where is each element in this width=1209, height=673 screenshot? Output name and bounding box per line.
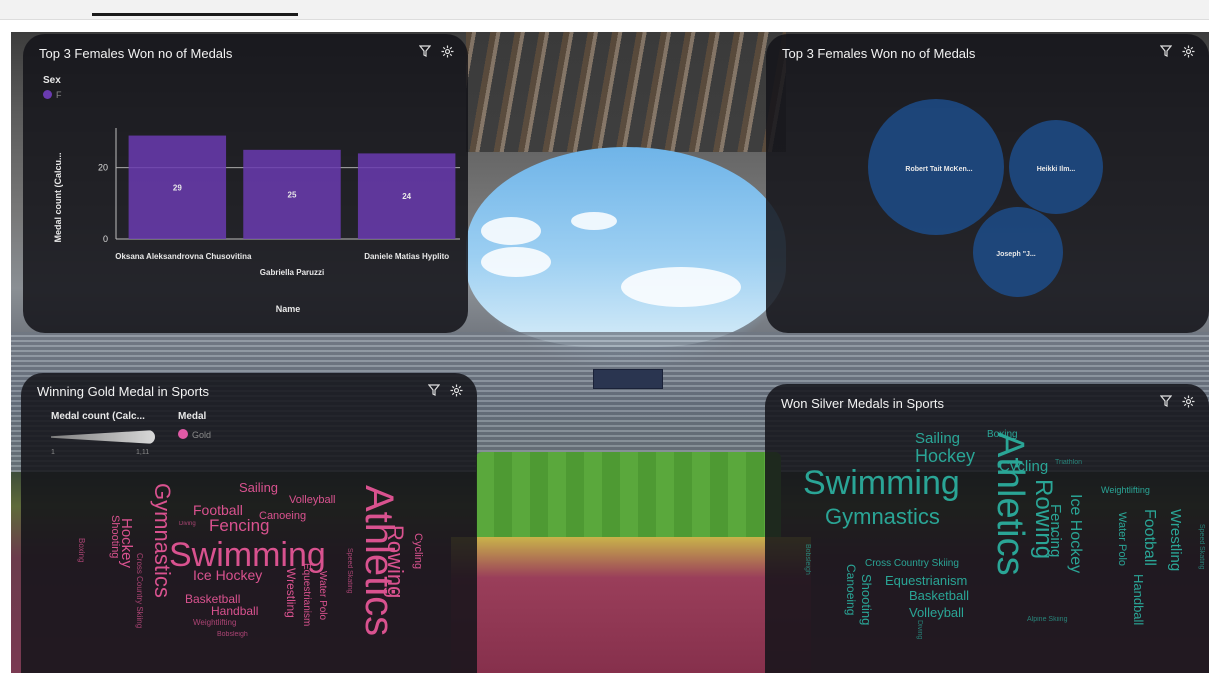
word-cloud-term[interactable]: Volleyball — [289, 495, 335, 506]
x-tick-label: Oksana Aleksandrovna Chusovitina — [115, 252, 252, 261]
top-tab-bar — [0, 0, 1209, 20]
word-cloud-term[interactable]: Cross Country Skiing — [135, 553, 144, 628]
bubble-label: Robert Tait McKen... — [905, 166, 972, 173]
word-cloud-term[interactable]: Speed Skating — [346, 548, 353, 594]
word-cloud-term[interactable]: Boxing — [77, 538, 86, 562]
word-cloud-term[interactable]: Alpine Skiing — [1027, 616, 1067, 623]
dashboard-canvas: Top 3 Females Won no of Medals Sex F 0 20… — [11, 32, 1209, 673]
stadium-scoreboard — [593, 369, 663, 389]
word-cloud-term[interactable]: Hockey — [915, 447, 975, 465]
word-cloud-term[interactable]: Water Polo — [317, 571, 328, 620]
word-cloud-term[interactable]: Cross Country Skiing — [865, 559, 959, 569]
word-cloud-term[interactable]: Bobsleigh — [217, 631, 248, 638]
active-tab-indicator[interactable] — [92, 13, 298, 16]
word-cloud-term[interactable]: Diving — [916, 620, 923, 639]
silver-medal-panel: Won Silver Medals in Sports Athletics Swi… — [765, 384, 1209, 673]
word-cloud-term[interactable]: Wrestling — [1167, 509, 1184, 571]
word-cloud-term[interactable]: Ice Hockey — [1067, 494, 1084, 573]
word-cloud-term[interactable]: Ice Hockey — [193, 568, 262, 582]
bar-value-label: 24 — [402, 192, 411, 201]
bar-value-label: 25 — [288, 190, 297, 199]
word-cloud-term[interactable]: Sailing — [239, 481, 278, 494]
word-cloud-term[interactable]: Volleyball — [909, 606, 964, 619]
word-cloud-term[interactable]: Cycling — [999, 459, 1048, 474]
bubble-label: Joseph "J... — [996, 251, 1036, 258]
bar-value-label: 29 — [173, 183, 182, 192]
females-bar-panel: Top 3 Females Won no of Medals Sex F 0 20… — [23, 34, 468, 333]
gold-word-cloud: Athletics Swimming Gymnastics Rowing Fencing… — [21, 373, 477, 673]
word-cloud-term[interactable]: Bobsleigh — [804, 544, 811, 575]
gold-medal-panel: Winning Gold Medal in Sports Medal count… — [21, 373, 477, 673]
word-cloud-term[interactable]: Speed Skating — [1198, 524, 1205, 570]
word-cloud-term[interactable]: Gymnastics — [150, 483, 175, 598]
cloud — [621, 267, 741, 307]
y-tick-label: 0 — [103, 234, 108, 244]
cloud — [481, 247, 551, 277]
word-cloud-term[interactable]: Rowing — [383, 525, 408, 598]
word-cloud-term[interactable]: Weightlifting — [193, 619, 236, 627]
word-cloud-term[interactable]: Water Polo — [1116, 512, 1128, 566]
word-cloud-term[interactable]: Basketball — [909, 589, 969, 602]
word-cloud-term[interactable]: Football — [193, 503, 243, 517]
word-cloud-term[interactable]: Boxing — [987, 430, 1018, 440]
cloud — [571, 212, 617, 230]
word-cloud-term[interactable]: Triathlon — [1055, 459, 1082, 466]
y-tick-label: 20 — [98, 163, 108, 173]
word-cloud-term[interactable]: Gymnastics — [825, 506, 940, 528]
word-cloud-term[interactable]: Wrestling — [284, 568, 298, 618]
stadium-roof — [466, 32, 786, 152]
word-cloud-term[interactable]: Shooting — [109, 515, 121, 558]
x-axis-label: Name — [276, 304, 301, 314]
word-cloud-term[interactable]: Diving — [179, 521, 196, 527]
x-tick-label: Gabriella Paruzzi — [260, 268, 324, 277]
word-cloud-term[interactable]: Canoeing — [259, 511, 306, 522]
word-cloud-term[interactable]: Weightlifting — [1101, 486, 1150, 495]
x-tick-label: Daniele Matias Hyplito — [364, 252, 449, 261]
stadium-field — [476, 452, 781, 542]
silver-word-cloud: Athletics Swimming Rowing Gymnastics Hockey S… — [765, 384, 1209, 673]
cloud — [481, 217, 541, 245]
females-bubble-chart: Robert Tait McKen... Heikki Ilm... Josep… — [868, 99, 1103, 297]
word-cloud-term[interactable]: Handball — [1131, 574, 1146, 625]
bubble-label: Heikki Ilm... — [1037, 166, 1076, 173]
word-cloud-term[interactable]: Football — [1141, 509, 1158, 566]
word-cloud-term[interactable]: Handball — [211, 605, 258, 617]
y-axis-label: Medal count (Calcu... — [53, 152, 63, 242]
word-cloud-term[interactable]: Canoeing — [844, 564, 858, 615]
word-cloud-term[interactable]: Equestrianism — [301, 563, 312, 626]
word-cloud-term[interactable]: Sailing — [915, 431, 960, 446]
word-cloud-term[interactable]: Cycling — [412, 533, 424, 569]
word-cloud-term[interactable]: Athletics — [989, 432, 1031, 576]
word-cloud-term[interactable]: Fencing — [1047, 504, 1064, 557]
word-cloud-term[interactable]: Equestrianism — [885, 574, 967, 587]
females-bubble-panel: Top 3 Females Won no of Medals Robert Ta… — [766, 34, 1209, 333]
females-bar-chart: 0 20 29 Oksana Aleksandrovna Chusovitina 25 G… — [53, 128, 460, 314]
stadium-track — [451, 537, 811, 673]
word-cloud-term[interactable]: Swimming — [803, 466, 960, 500]
word-cloud-term[interactable]: Hockey — [118, 518, 135, 568]
word-cloud-term[interactable]: Shooting — [859, 574, 874, 625]
